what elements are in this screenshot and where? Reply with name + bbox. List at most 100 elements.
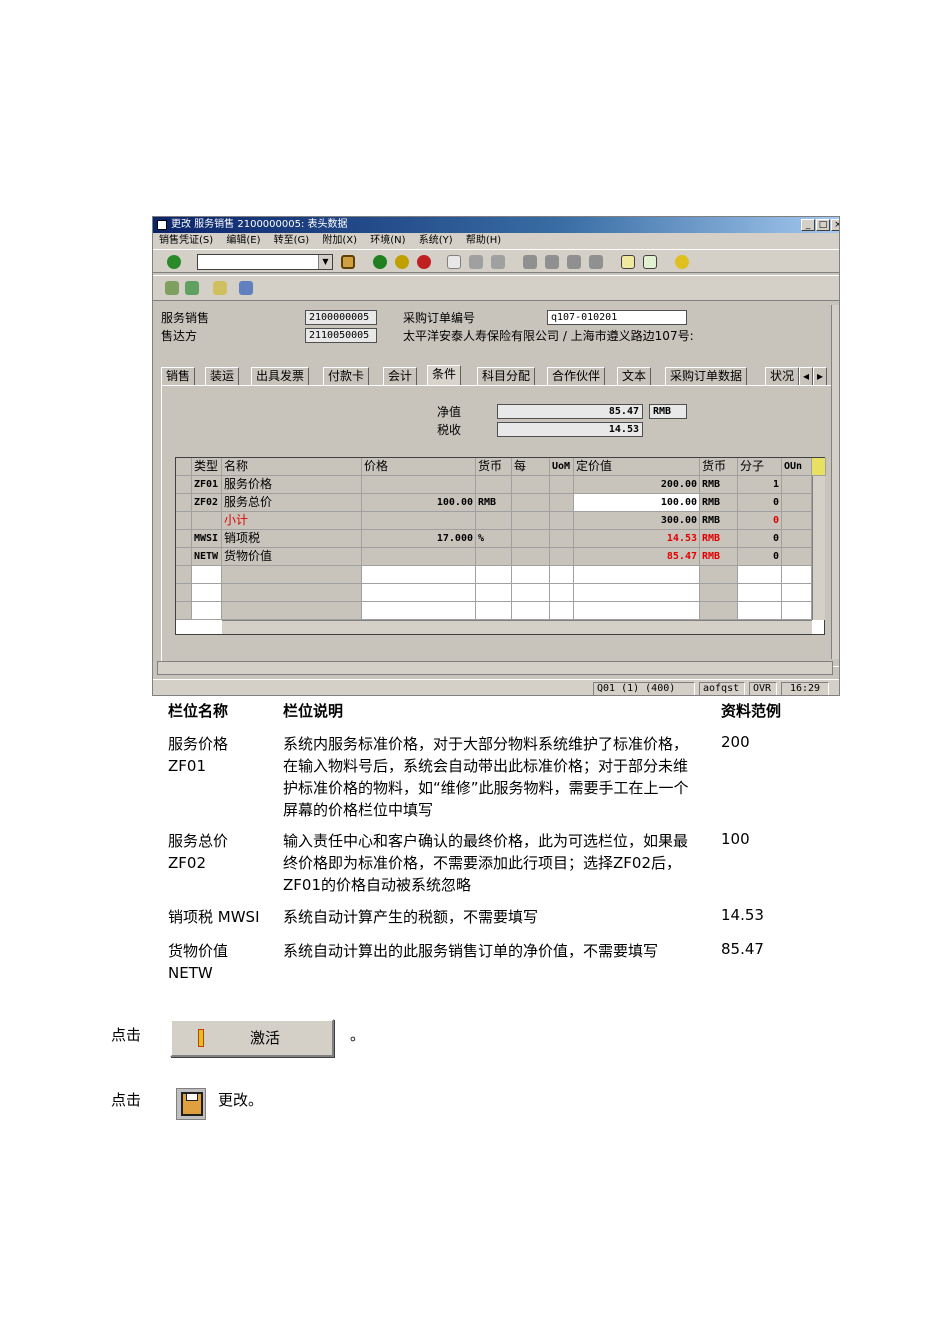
row-type: MWSI [192,530,222,548]
field-description: 系统内服务标准价格，对于大部分物料系统维护了标准价格，在输入物料号后，系统会自动… [283,735,689,819]
col-header-price[interactable]: 价格 [362,458,476,476]
sold-to-field: 2110050005 [305,328,377,343]
row-value: 14.53 [574,530,700,548]
tab-sales[interactable]: 销售 [161,367,196,385]
menu-extras[interactable]: 附加(X) [322,235,357,246]
tab-accounting[interactable]: 会计 [383,367,418,385]
row-numerator: 0 [738,530,782,548]
row-selector[interactable] [176,476,192,494]
save-button[interactable] [176,1088,206,1120]
empty-cell[interactable] [362,566,476,584]
back-icon[interactable] [373,255,387,269]
row-value-currency: RMB [700,476,738,494]
row-selector[interactable] [176,494,192,512]
col-header-per[interactable]: 每 [512,458,550,476]
tab-po-data[interactable]: 采购订单数据 [665,367,748,385]
previous-page-icon[interactable] [545,255,559,269]
row-selector[interactable] [176,530,192,548]
shortcut-icon[interactable] [643,255,657,269]
row-selector[interactable] [176,602,192,620]
col-header-name[interactable]: 名称 [222,458,362,476]
net-currency-field: RMB [649,404,687,419]
save-icon[interactable] [341,255,355,269]
col-header-condition-value[interactable]: 定价值 [574,458,700,476]
horizontal-scrollbar[interactable] [222,620,812,634]
row-numerator: 0 [738,548,782,566]
field-description: 输入责任中心和客户确认的最终价格，此为可选栏位，如果最终价格即为标准价格，不需要… [283,832,689,894]
exit-icon[interactable] [395,255,409,269]
screen-horizontal-scrollbar[interactable] [157,661,833,675]
next-page-icon[interactable] [567,255,581,269]
col-header-type[interactable]: 类型 [192,458,222,476]
col-header-field-desc: 栏位说明 [283,702,344,720]
tab-texts[interactable]: 文本 [617,367,652,385]
col-header-value-currency[interactable]: 货币 [700,458,738,476]
tab-billing[interactable]: 出具发票 [251,367,310,385]
last-page-icon[interactable] [589,255,603,269]
application-toolbar [153,275,839,301]
po-number-field[interactable]: q107-010201 [547,310,687,325]
row-value[interactable]: 100.00 [574,494,700,512]
po-number-label: 采购订单编号 [403,311,476,325]
cancel-icon[interactable] [417,255,431,269]
activate-button[interactable]: 激活 [170,1019,334,1057]
row-type [192,512,222,530]
step-text-2: 更改。 [218,1091,264,1109]
column-settings-icon[interactable] [812,458,826,476]
row-selector[interactable] [176,512,192,530]
maximize-button[interactable]: □ [816,219,830,231]
vertical-scrollbar[interactable] [812,476,825,620]
row-price [362,476,476,494]
chevron-down-icon[interactable]: ▼ [318,255,332,269]
tab-payment-card[interactable]: 付款卡 [323,367,370,385]
tab-partners[interactable]: 合作伙伴 [547,367,606,385]
create-session-icon[interactable] [621,255,635,269]
col-header-currency[interactable]: 货币 [476,458,512,476]
field-example: 85.47 [721,940,764,958]
row-selector[interactable] [176,548,192,566]
display-change-icon[interactable] [165,281,179,295]
overview-icon[interactable] [239,281,253,295]
find-next-icon[interactable] [491,255,505,269]
menu-environment[interactable]: 环境(N) [370,235,405,246]
menu-help[interactable]: 帮助(H) [466,235,501,246]
help-icon[interactable] [675,255,689,269]
tab-status[interactable]: 状况 [765,367,800,385]
row-value-currency: RMB [700,494,738,512]
system-info[interactable]: Q01 (1) (400) [593,682,695,695]
sold-to-label: 售达方 [161,329,198,343]
field-example: 14.53 [721,906,764,924]
col-header-uom[interactable]: UoM [550,458,574,476]
menu-sales-doc[interactable]: 销售凭证(S) [159,235,213,246]
find-icon[interactable] [469,255,483,269]
col-header-oun[interactable]: OUn [782,458,812,476]
tab-conditions[interactable]: 条件 [427,365,462,385]
tab-account-assignment[interactable]: 科目分配 [477,367,536,385]
menu-goto[interactable]: 转至(G) [274,235,310,246]
tab-scroll-right-icon[interactable]: ▸ [813,367,827,385]
print-icon[interactable] [447,255,461,269]
field-example: 200 [721,733,750,751]
enter-icon[interactable] [167,255,181,269]
flow-icon[interactable] [185,281,199,295]
col-header-example: 资料范例 [721,702,782,720]
command-field[interactable]: ▼ [197,254,333,270]
row-value: 200.00 [574,476,700,494]
minimize-button[interactable]: _ [801,219,815,231]
first-page-icon[interactable] [523,255,537,269]
activate-label: 激活 [250,1029,281,1047]
partner-icon[interactable] [213,281,227,295]
tab-shipping[interactable]: 装运 [205,367,240,385]
row-value: 85.47 [574,548,700,566]
menu-system[interactable]: 系统(Y) [419,235,453,246]
insert-mode: OVR [749,682,777,695]
row-selector[interactable] [176,566,192,584]
screen-vertical-scrollbar[interactable] [831,305,839,659]
menu-edit[interactable]: 编辑(E) [226,235,260,246]
row-numerator: 1 [738,476,782,494]
tab-scroll-left-icon[interactable]: ◂ [799,367,813,385]
col-header-numerator[interactable]: 分子 [738,458,782,476]
row-selector[interactable] [176,584,192,602]
empty-cell[interactable] [192,566,222,584]
close-button[interactable]: × [831,219,839,231]
